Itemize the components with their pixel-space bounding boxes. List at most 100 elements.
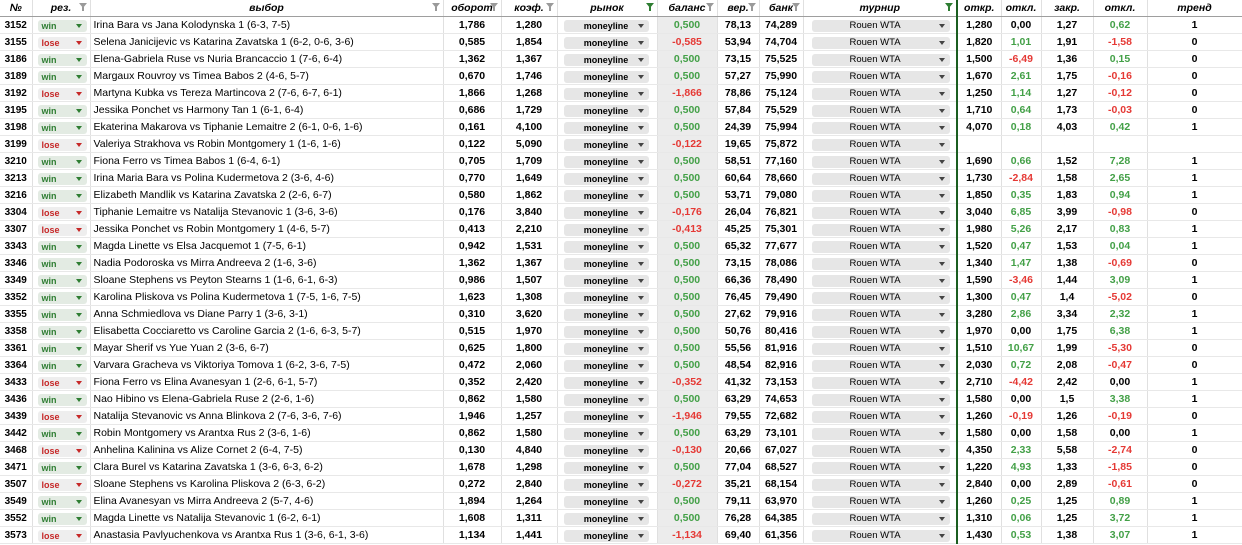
result-dropdown[interactable]: win <box>37 512 87 525</box>
header-match[interactable]: выбор <box>90 0 444 17</box>
market-dropdown[interactable]: moneyline <box>563 308 649 321</box>
result-dropdown[interactable]: win <box>37 393 87 406</box>
result-dropdown[interactable]: win <box>37 291 87 304</box>
market-dropdown[interactable]: moneyline <box>563 121 649 134</box>
match-selection[interactable]: Valeriya Strakhova vs Robin Montgomery 1… <box>90 135 444 153</box>
match-selection[interactable]: Elena-Gabriela Ruse vs Nuria Brancaccio … <box>90 50 444 68</box>
header-id[interactable]: № <box>0 0 33 17</box>
header-bank[interactable]: банк <box>759 0 804 17</box>
result-dropdown[interactable]: lose <box>37 478 87 491</box>
header-turnover[interactable]: оборот <box>443 0 502 17</box>
result-dropdown[interactable]: win <box>37 308 87 321</box>
market-dropdown[interactable]: moneyline <box>563 36 649 49</box>
match-selection[interactable]: Magda Linette vs Elsa Jacquemot 1 (7-5, … <box>90 237 444 255</box>
match-selection[interactable]: Elina Avanesyan vs Mirra Andreeva 2 (5-7… <box>90 492 444 510</box>
tournament-dropdown[interactable]: Rouen WTA <box>811 53 950 66</box>
market-dropdown[interactable]: moneyline <box>563 104 649 117</box>
tournament-dropdown[interactable]: Rouen WTA <box>811 19 950 32</box>
filter-icon[interactable] <box>431 3 440 12</box>
market-dropdown[interactable]: moneyline <box>563 70 649 83</box>
tournament-dropdown[interactable]: Rouen WTA <box>811 495 950 508</box>
match-selection[interactable]: Tiphanie Lemaitre vs Natalija Stevanovic… <box>90 203 444 221</box>
tournament-dropdown[interactable]: Rouen WTA <box>811 427 950 440</box>
filter-icon[interactable] <box>489 3 498 12</box>
header-balance[interactable]: баланс <box>657 0 718 17</box>
tournament-dropdown[interactable]: Rouen WTA <box>811 240 950 253</box>
result-dropdown[interactable]: lose <box>37 529 87 542</box>
market-dropdown[interactable]: moneyline <box>563 155 649 168</box>
match-selection[interactable]: Elizabeth Mandlik vs Katarina Zavatska 2… <box>90 186 444 204</box>
tournament-dropdown[interactable]: Rouen WTA <box>811 274 950 287</box>
result-dropdown[interactable]: win <box>37 359 87 372</box>
filter-active-icon[interactable] <box>645 3 654 12</box>
result-dropdown[interactable]: win <box>37 189 87 202</box>
match-selection[interactable]: Magda Linette vs Natalija Stevanovic 1 (… <box>90 509 444 527</box>
market-dropdown[interactable]: moneyline <box>563 376 649 389</box>
header-prob[interactable]: вер. <box>717 0 760 17</box>
tournament-dropdown[interactable]: Rouen WTA <box>811 325 950 338</box>
tournament-dropdown[interactable]: Rouen WTA <box>811 461 950 474</box>
filter-icon[interactable] <box>705 3 714 12</box>
result-dropdown[interactable]: lose <box>37 87 87 100</box>
tournament-dropdown[interactable]: Rouen WTA <box>811 223 950 236</box>
market-dropdown[interactable]: moneyline <box>563 172 649 185</box>
market-dropdown[interactable]: moneyline <box>563 291 649 304</box>
market-dropdown[interactable]: moneyline <box>563 495 649 508</box>
match-selection[interactable]: Clara Burel vs Katarina Zavatska 1 (3-6,… <box>90 458 444 476</box>
match-selection[interactable]: Jessika Ponchet vs Harmony Tan 1 (6-1, 6… <box>90 101 444 119</box>
market-dropdown[interactable]: moneyline <box>563 189 649 202</box>
market-dropdown[interactable]: moneyline <box>563 19 649 32</box>
result-dropdown[interactable]: win <box>37 495 87 508</box>
match-selection[interactable]: Jessika Ponchet vs Robin Montgomery 1 (4… <box>90 220 444 238</box>
match-selection[interactable]: Anna Schmiedlova vs Diane Parry 1 (3-6, … <box>90 305 444 323</box>
filter-active-icon[interactable] <box>945 3 953 12</box>
match-selection[interactable]: Anhelina Kalinina vs Alize Cornet 2 (6-4… <box>90 441 444 459</box>
market-dropdown[interactable]: moneyline <box>563 410 649 423</box>
result-dropdown[interactable]: win <box>37 257 87 270</box>
tournament-dropdown[interactable]: Rouen WTA <box>811 172 950 185</box>
match-selection[interactable]: Irina Maria Bara vs Polina Kudermetova 2… <box>90 169 444 187</box>
result-dropdown[interactable]: lose <box>37 223 87 236</box>
header-tournament[interactable]: турнир <box>803 0 958 17</box>
header-open[interactable]: откр. <box>956 0 1002 17</box>
tournament-dropdown[interactable]: Rouen WTA <box>811 87 950 100</box>
result-dropdown[interactable]: win <box>37 325 87 338</box>
tournament-dropdown[interactable]: Rouen WTA <box>811 359 950 372</box>
match-selection[interactable]: Selena Janicijevic vs Katarina Zavatska … <box>90 33 444 51</box>
match-selection[interactable]: Anastasia Pavlyuchenkova vs Arantxa Rus … <box>90 526 444 544</box>
result-dropdown[interactable]: win <box>37 53 87 66</box>
result-dropdown[interactable]: win <box>37 240 87 253</box>
tournament-dropdown[interactable]: Rouen WTA <box>811 376 950 389</box>
header-dev1[interactable]: откл. <box>1001 0 1042 17</box>
market-dropdown[interactable]: moneyline <box>563 342 649 355</box>
market-dropdown[interactable]: moneyline <box>563 257 649 270</box>
tournament-dropdown[interactable]: Rouen WTA <box>811 393 950 406</box>
match-selection[interactable]: Margaux Rouvroy vs Timea Babos 2 (4-6, 5… <box>90 67 444 85</box>
market-dropdown[interactable]: moneyline <box>563 529 649 542</box>
result-dropdown[interactable]: win <box>37 274 87 287</box>
match-selection[interactable]: Elisabetta Cocciaretto vs Caroline Garci… <box>90 322 444 340</box>
market-dropdown[interactable]: moneyline <box>563 325 649 338</box>
market-dropdown[interactable]: moneyline <box>563 87 649 100</box>
result-dropdown[interactable]: lose <box>37 36 87 49</box>
market-dropdown[interactable]: moneyline <box>563 223 649 236</box>
result-dropdown[interactable]: win <box>37 121 87 134</box>
result-dropdown[interactable]: lose <box>37 376 87 389</box>
tournament-dropdown[interactable]: Rouen WTA <box>811 478 950 491</box>
result-dropdown[interactable]: lose <box>37 138 87 151</box>
market-dropdown[interactable]: moneyline <box>563 461 649 474</box>
result-dropdown[interactable]: win <box>37 104 87 117</box>
filter-icon[interactable] <box>791 3 800 12</box>
tournament-dropdown[interactable]: Rouen WTA <box>811 189 950 202</box>
market-dropdown[interactable]: moneyline <box>563 206 649 219</box>
tournament-dropdown[interactable]: Rouen WTA <box>811 206 950 219</box>
header-dev2[interactable]: откл. <box>1093 0 1148 17</box>
match-selection[interactable]: Fiona Ferro vs Elina Avanesyan 1 (2-6, 6… <box>90 373 444 391</box>
result-dropdown[interactable]: win <box>37 172 87 185</box>
tournament-dropdown[interactable]: Rouen WTA <box>811 70 950 83</box>
match-selection[interactable]: Ekaterina Makarova vs Tiphanie Lemaitre … <box>90 118 444 136</box>
market-dropdown[interactable]: moneyline <box>563 512 649 525</box>
market-dropdown[interactable]: moneyline <box>563 53 649 66</box>
match-selection[interactable]: Sloane Stephens vs Peyton Stearns 1 (1-6… <box>90 271 444 289</box>
tournament-dropdown[interactable]: Rouen WTA <box>811 342 950 355</box>
